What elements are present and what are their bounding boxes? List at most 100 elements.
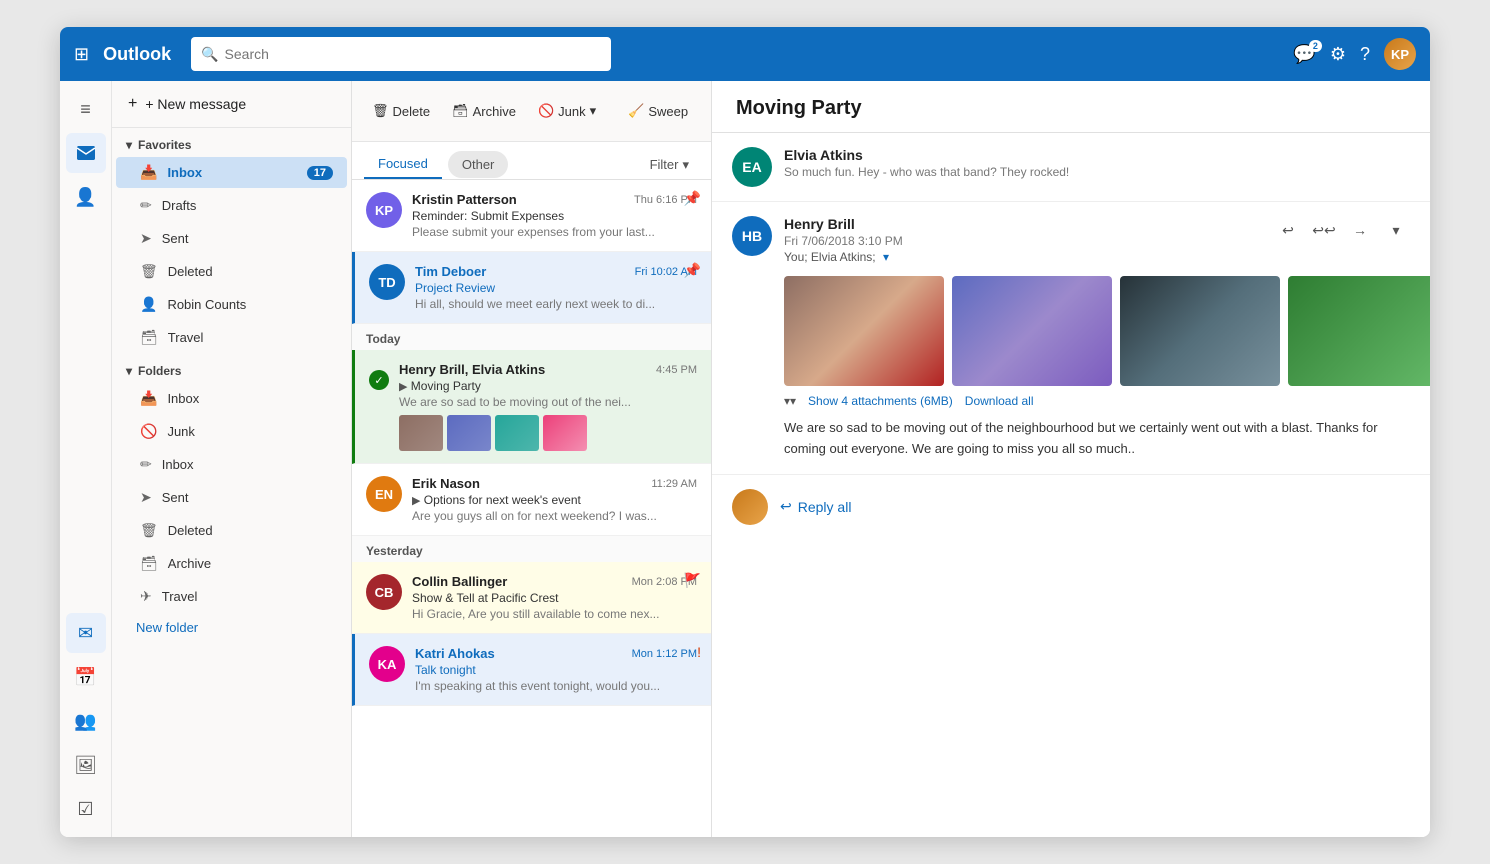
- avatar: KP: [366, 192, 402, 228]
- show-attachments-link[interactable]: Show 4 attachments (6MB): [808, 394, 953, 408]
- reply-icon[interactable]: ↩: [1274, 216, 1302, 244]
- folders-header[interactable]: ▾ Folders: [112, 354, 351, 382]
- sidebar-folder-deleted[interactable]: 🗑 Deleted: [116, 515, 347, 546]
- attachment-image: [784, 276, 944, 386]
- sidebar-folder-sent[interactable]: ➤ Sent: [116, 482, 347, 513]
- email-preview: We are so sad to be moving out of the ne…: [399, 395, 697, 409]
- sidebar-item-travel[interactable]: 🗃 Travel: [116, 322, 347, 353]
- new-folder-link[interactable]: New folder: [112, 613, 351, 642]
- folders-chevron-icon: ▾: [126, 364, 132, 378]
- folder-inbox-icon: 📥: [140, 390, 157, 407]
- new-message-button[interactable]: + + New message: [112, 81, 351, 128]
- rail-tasks-icon[interactable]: ☑: [66, 789, 106, 829]
- travel-icon: 🗃: [140, 329, 158, 346]
- rail-contacts-icon[interactable]: 👥: [66, 701, 106, 741]
- rail-gallery-icon[interactable]: 🖼: [66, 745, 106, 785]
- topbar-right: 💬 2 ⚙ ? KP: [1293, 38, 1416, 70]
- sidebar-folder-junk[interactable]: 🚫 Junk: [116, 416, 347, 447]
- folder-junk-label: Junk: [167, 424, 194, 439]
- search-box[interactable]: 🔍: [191, 37, 611, 71]
- sidebar-inbox-label: Inbox: [167, 165, 202, 180]
- email-subject: Talk tonight: [415, 663, 697, 677]
- rail-menu-icon[interactable]: ≡: [66, 89, 106, 129]
- rail-outlook-icon[interactable]: [66, 133, 106, 173]
- avatar: HB: [732, 216, 772, 256]
- sidebar-folder-travel[interactable]: ✈ Travel: [116, 581, 347, 612]
- reply-all-icon[interactable]: ↩↩: [1310, 216, 1338, 244]
- thread-to: You; Elvia Atkins; ▾: [784, 250, 1262, 264]
- user-avatar[interactable]: KP: [1384, 38, 1416, 70]
- filter-chevron-icon: ▾: [682, 157, 689, 173]
- sidebar-folder-archive[interactable]: 🗃 Archive: [116, 548, 347, 579]
- reply-box[interactable]: ↩ Reply all: [712, 475, 1430, 539]
- sidebar-robin-label: Robin Counts: [167, 297, 246, 312]
- attachment-image: [952, 276, 1112, 386]
- sweep-button[interactable]: 🧹 Sweep: [620, 98, 696, 124]
- new-folder-label: New folder: [136, 620, 198, 635]
- tab-focused[interactable]: Focused: [364, 150, 442, 179]
- inbox-badge: 17: [307, 166, 333, 180]
- sidebar-item-robin-counts[interactable]: 👤 Robin Counts: [116, 289, 347, 320]
- folder-junk-icon: 🚫: [140, 423, 157, 440]
- app-title: Outlook: [103, 44, 171, 65]
- drafts-icon: ✏: [140, 197, 152, 214]
- email-sender: Tim Deboer: [415, 264, 486, 279]
- thread-header: EA Elvia Atkins So much fun. Hey - who w…: [732, 147, 1410, 187]
- sidebar-folder-inbox2[interactable]: ✏ Inbox: [116, 449, 347, 480]
- notification-badge: 2: [1309, 40, 1322, 52]
- expand-icon[interactable]: ▾: [1382, 216, 1410, 244]
- email-list-panel: 🗑 Delete 🗃 Archive 🚫 Junk ▾ 🧹 Sweep: [352, 81, 712, 837]
- waffle-icon[interactable]: ⊞: [74, 44, 89, 65]
- detail-header: Moving Party: [712, 81, 1430, 133]
- list-item[interactable]: EN Erik Nason 11:29 AM ▶ Options for nex…: [352, 464, 711, 536]
- thread-date: Fri 7/06/2018 3:10 PM: [784, 234, 1262, 248]
- rail-people-icon[interactable]: 👤: [66, 177, 106, 217]
- reply-all-button[interactable]: ↩ Reply all: [780, 498, 851, 515]
- list-item[interactable]: KA Katri Ahokas Mon 1:12 PM Talk tonight…: [352, 634, 711, 706]
- tab-other[interactable]: Other: [448, 151, 509, 178]
- download-all-link[interactable]: Download all: [965, 394, 1034, 408]
- archive-button[interactable]: 🗃 Archive: [444, 98, 524, 124]
- email-body: Collin Ballinger Mon 2:08 PM Show & Tell…: [412, 574, 697, 621]
- folder-sent-label: Sent: [162, 490, 189, 505]
- detail-scroll[interactable]: EA Elvia Atkins So much fun. Hey - who w…: [712, 133, 1430, 837]
- sidebar-item-inbox[interactable]: 📥 Inbox 17: [116, 157, 347, 188]
- expand-recipients-icon[interactable]: ▾: [883, 250, 889, 264]
- sidebar-drafts-label: Drafts: [162, 198, 197, 213]
- topbar: ⊞ Outlook 🔍 💬 2 ⚙ ? KP: [60, 27, 1430, 81]
- search-input[interactable]: [225, 46, 602, 62]
- reply-all-label: Reply all: [798, 499, 852, 515]
- favorites-header[interactable]: ▾ Favorites: [112, 128, 351, 156]
- list-item[interactable]: KP Kristin Patterson Thu 6:16 PM Reminde…: [352, 180, 711, 252]
- email-header: Erik Nason 11:29 AM: [412, 476, 697, 491]
- delete-button[interactable]: 🗑 Delete: [364, 98, 438, 124]
- folder-travel-label: Travel: [162, 589, 198, 604]
- sidebar-folder-inbox[interactable]: 📥 Inbox: [116, 383, 347, 414]
- email-sender: Katri Ahokas: [415, 646, 495, 661]
- sidebar-item-drafts[interactable]: ✏ Drafts: [116, 190, 347, 221]
- thread-sender: Henry Brill: [784, 216, 1262, 232]
- junk-button[interactable]: 🚫 Junk ▾: [530, 98, 604, 124]
- email-time: 4:45 PM: [656, 364, 697, 376]
- email-sender: Henry Brill, Elvia Atkins: [399, 362, 545, 377]
- sidebar-item-deleted[interactable]: 🗑 Deleted: [116, 256, 347, 287]
- rail-mail-icon[interactable]: ✉: [66, 613, 106, 653]
- list-item[interactable]: TD Tim Deboer Fri 10:02 AM Project Revie…: [352, 252, 711, 324]
- filter-button[interactable]: Filter ▾: [640, 152, 699, 178]
- sweep-icon: 🧹: [628, 103, 644, 119]
- rail-calendar-icon[interactable]: 📅: [66, 657, 106, 697]
- thread-attachments: ▾▾ Show 4 attachments (6MB) Download all: [784, 394, 1410, 408]
- filter-label: Filter: [650, 157, 679, 172]
- list-item[interactable]: ✓ Henry Brill, Elvia Atkins 4:45 PM ▶ Mo…: [352, 350, 711, 464]
- skype-icon[interactable]: 💬 2: [1293, 44, 1315, 65]
- help-icon[interactable]: ?: [1360, 44, 1370, 65]
- email-header: Tim Deboer Fri 10:02 AM: [415, 264, 697, 279]
- thread-preview: So much fun. Hey - who was that band? Th…: [784, 165, 1410, 179]
- settings-icon[interactable]: ⚙: [1330, 44, 1346, 65]
- sidebar: + + New message ▾ Favorites 📥 Inbox 17 ✏…: [112, 81, 352, 837]
- list-item[interactable]: CB Collin Ballinger Mon 2:08 PM Show & T…: [352, 562, 711, 634]
- thread-meta: Elvia Atkins So much fun. Hey - who was …: [784, 147, 1410, 179]
- sidebar-item-sent[interactable]: ➤ Sent: [116, 223, 347, 254]
- email-sender: Erik Nason: [412, 476, 480, 491]
- forward-icon[interactable]: →: [1346, 216, 1374, 244]
